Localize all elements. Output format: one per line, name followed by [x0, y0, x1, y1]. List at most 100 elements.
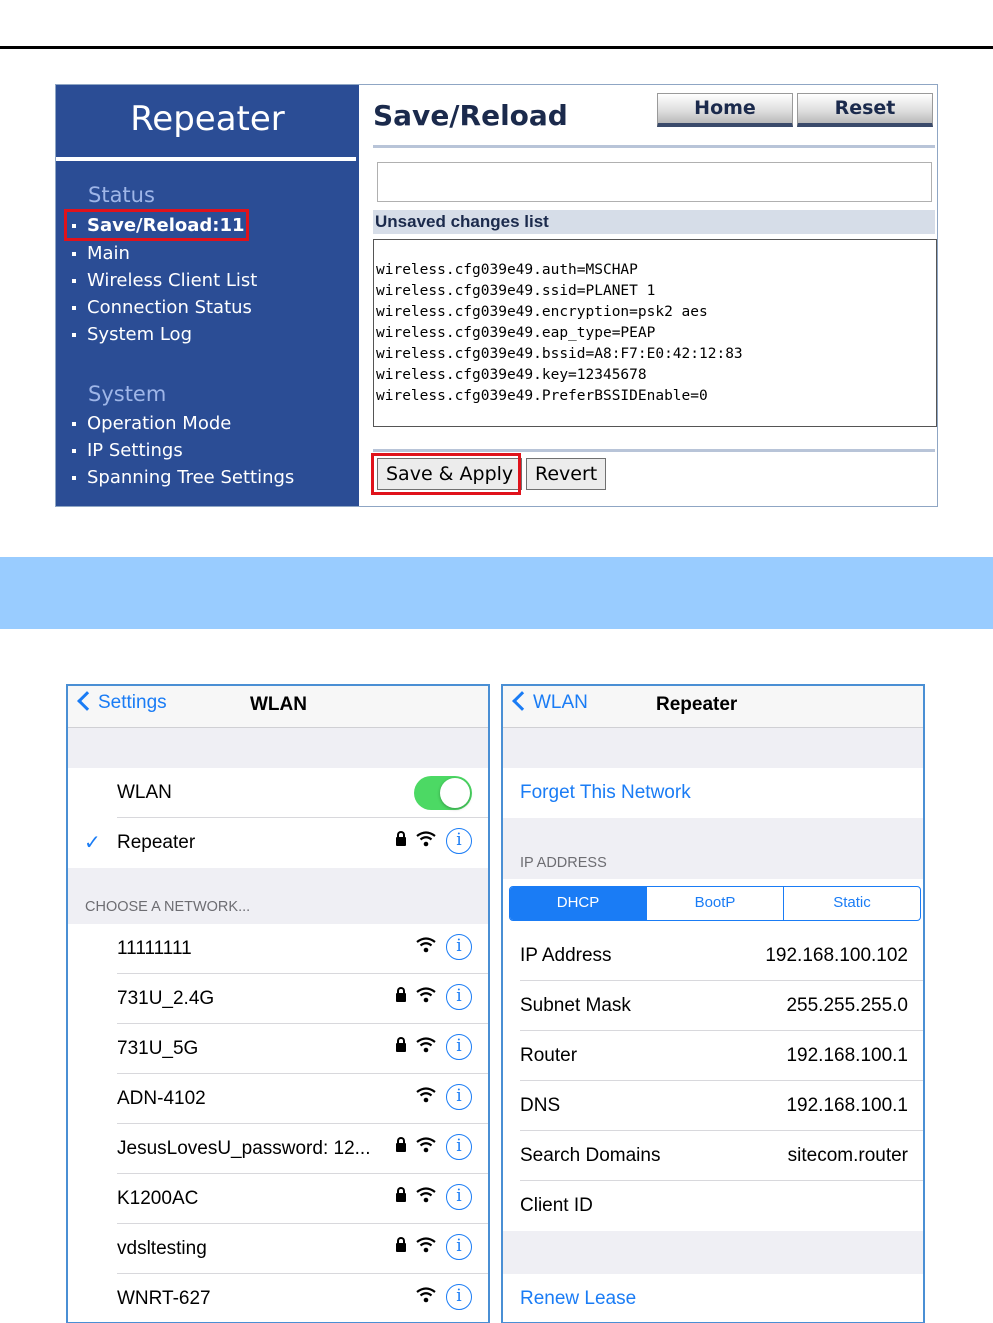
bullet-icon	[72, 279, 76, 283]
dns-row[interactable]: DNS 192.168.100.1	[503, 1081, 923, 1131]
search-domains-row[interactable]: Search Domains sitecom.router	[503, 1131, 923, 1181]
network-row[interactable]: K1200AC i	[68, 1174, 488, 1224]
nav-title: Repeater	[656, 694, 738, 715]
sidebar-item-label: IP Settings	[87, 440, 183, 461]
bullet-icon	[72, 252, 76, 256]
renew-lease-button[interactable]: Renew Lease	[520, 1288, 636, 1310]
highlight-box	[64, 209, 249, 241]
nav-bar: WLAN Repeater	[503, 686, 923, 728]
info-icon[interactable]: i	[446, 1134, 472, 1160]
change-line: wireless.cfg039e49.eap_type=PEAP	[376, 325, 656, 341]
chevron-left-icon	[512, 691, 532, 711]
revert-button[interactable]: Revert	[526, 458, 607, 490]
wifi-icon	[416, 937, 436, 953]
connected-network-row[interactable]: ✓ Repeater i	[68, 818, 488, 868]
network-name: 11111111	[117, 938, 192, 959]
network-row[interactable]: ADN-4102 i	[68, 1074, 488, 1124]
sidebar-section-status: Status	[88, 183, 155, 207]
home-button[interactable]: Home	[657, 93, 793, 127]
field-value: 192.168.100.102	[765, 945, 908, 966]
checkmark-icon: ✓	[84, 832, 101, 854]
network-row[interactable]: WNRT-627 i	[68, 1274, 488, 1322]
top-rule	[0, 46, 993, 49]
router-admin-panel: Repeater Status Save/Reload:11 Main Wire…	[55, 84, 938, 507]
wifi-icon	[416, 1087, 436, 1103]
info-icon[interactable]: i	[446, 934, 472, 960]
info-icon[interactable]: i	[446, 1184, 472, 1210]
field-value: 192.168.100.1	[786, 1095, 908, 1116]
lock-icon	[396, 831, 406, 846]
wlan-toggle-row: WLAN	[68, 768, 488, 818]
wifi-icon	[416, 831, 436, 847]
change-line: wireless.cfg039e49.encryption=psk2 aes	[376, 304, 708, 320]
network-name: vdsltesting	[117, 1238, 207, 1259]
wlan-toggle[interactable]	[414, 776, 472, 810]
back-button[interactable]: WLAN	[511, 691, 588, 714]
network-name: K1200AC	[117, 1188, 199, 1209]
network-name: 731U_5G	[117, 1038, 199, 1059]
bullet-icon	[72, 449, 76, 453]
field-label: Subnet Mask	[520, 995, 631, 1016]
sidebar-item-system-log[interactable]: System Log	[72, 324, 192, 345]
footer-divider	[373, 449, 935, 452]
choose-network-label: CHOOSE A NETWORK...	[85, 899, 251, 915]
wifi-icon	[416, 1287, 436, 1303]
network-detail-screen: WLAN Repeater Forget This Network IP ADD…	[501, 684, 925, 1323]
nav-bar: Settings WLAN	[68, 686, 488, 728]
segment-static[interactable]: Static	[784, 887, 920, 920]
info-icon[interactable]: i	[446, 1284, 472, 1310]
info-icon[interactable]: i	[446, 1034, 472, 1060]
field-value: 255.255.255.0	[786, 995, 908, 1016]
wifi-icon	[416, 1187, 436, 1203]
wifi-icon	[416, 987, 436, 1003]
router-row: Router 192.168.100.1	[503, 1031, 923, 1081]
subnet-mask-row: Subnet Mask 255.255.255.0	[503, 981, 923, 1031]
sidebar-item-ip-settings[interactable]: IP Settings	[72, 440, 183, 461]
highlight-box	[371, 453, 521, 495]
field-value: sitecom.router	[787, 1145, 908, 1166]
segment-bootp[interactable]: BootP	[647, 887, 784, 920]
segment-dhcp[interactable]: DHCP	[510, 887, 647, 920]
network-row[interactable]: 731U_2.4G i	[68, 974, 488, 1024]
client-id-row[interactable]: Client ID	[503, 1181, 923, 1231]
renew-lease-row[interactable]: Renew Lease	[503, 1274, 923, 1322]
change-line: wireless.cfg039e49.ssid=PLANET 1	[376, 283, 656, 299]
sidebar-item-spanning-tree[interactable]: Spanning Tree Settings	[72, 467, 294, 488]
info-icon[interactable]: i	[446, 1084, 472, 1110]
change-line: wireless.cfg039e49.bssid=A8:F7:E0:42:12:…	[376, 346, 743, 362]
back-label: WLAN	[533, 692, 588, 713]
ip-mode-segmented-control: DHCP BootP Static	[509, 886, 921, 921]
network-name: ADN-4102	[117, 1088, 206, 1109]
sidebar-item-main[interactable]: Main	[72, 243, 130, 264]
network-name: Repeater	[117, 832, 196, 853]
change-line: wireless.cfg039e49.auth=MSCHAP	[376, 262, 638, 278]
sidebar-item-label: Spanning Tree Settings	[87, 467, 295, 488]
sidebar-item-wireless-client-list[interactable]: Wireless Client List	[72, 270, 257, 291]
changes-list: wireless.cfg039e49.auth=MSCHAP wireless.…	[373, 239, 937, 427]
network-row[interactable]: 11111111 i	[68, 924, 488, 974]
bullet-icon	[72, 422, 76, 426]
info-icon[interactable]: i	[446, 984, 472, 1010]
wifi-icon	[416, 1037, 436, 1053]
sidebar-item-connection-status[interactable]: Connection Status	[72, 297, 252, 318]
network-row[interactable]: 731U_5G i	[68, 1024, 488, 1074]
network-name: JesusLovesU_password: 12...	[117, 1138, 371, 1159]
forget-network-row[interactable]: Forget This Network	[503, 768, 923, 818]
info-icon[interactable]: i	[446, 1234, 472, 1260]
back-label: Settings	[98, 692, 167, 713]
sidebar-item-label: Operation Mode	[87, 413, 232, 434]
sidebar-item-operation-mode[interactable]: Operation Mode	[72, 413, 231, 434]
lock-icon	[396, 987, 406, 1002]
network-row[interactable]: JesusLovesU_password: 12... i	[68, 1124, 488, 1174]
forget-network-button[interactable]: Forget This Network	[520, 782, 691, 804]
sidebar-item-label: Wireless Client List	[87, 270, 258, 291]
field-label: Router	[520, 1045, 578, 1066]
message-field	[377, 162, 932, 202]
page-title: Save/Reload	[373, 99, 568, 132]
reset-button[interactable]: Reset	[797, 93, 933, 127]
network-row[interactable]: vdsltesting i	[68, 1224, 488, 1274]
info-icon[interactable]: i	[446, 828, 472, 854]
field-label: DNS	[520, 1095, 561, 1116]
sidebar-item-label: Connection Status	[87, 297, 252, 318]
back-button[interactable]: Settings	[76, 691, 167, 714]
